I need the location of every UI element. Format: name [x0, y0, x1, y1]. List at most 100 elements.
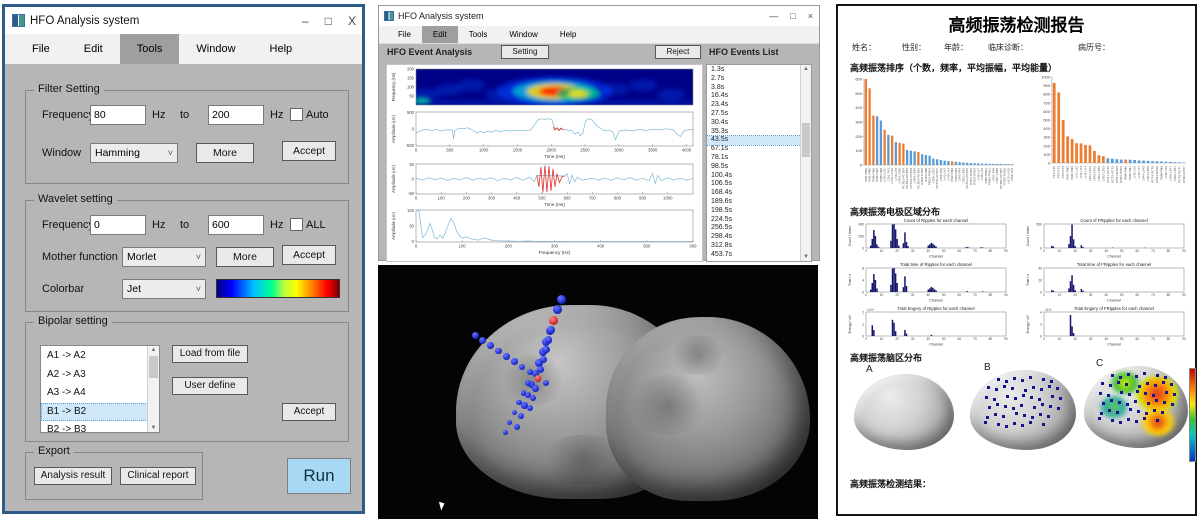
auto-checkbox[interactable] [290, 108, 303, 121]
wavelet-freq-from-input[interactable] [90, 215, 146, 235]
event-list-item[interactable]: 23.4s [707, 101, 801, 110]
electrode-dot-blue [537, 366, 544, 373]
bipolar-listbox[interactable]: A1 -> A2A2 -> A3A3 -> A4B1 -> B2B2 -> B3… [40, 345, 160, 433]
events-scrollbar[interactable]: ▲ ▼ [800, 65, 811, 261]
minimize-icon[interactable]: — [769, 11, 778, 21]
menu-item-tools[interactable]: Tools [120, 34, 180, 64]
bipolar-accept-button[interactable]: Accept [282, 403, 336, 421]
run-button[interactable]: Run [287, 458, 351, 494]
event-list-item[interactable]: 43.5s [707, 136, 801, 145]
bipolar-list-item[interactable]: A3 -> A4 [41, 384, 148, 403]
event-list-item[interactable]: 2.7s [707, 75, 801, 84]
electrode-grid-dot [997, 378, 1000, 381]
electrode-grid-dot [1108, 409, 1111, 412]
mother-function-select[interactable]: Morlet ˅ [122, 247, 206, 267]
filter-freq-from-input[interactable] [90, 105, 146, 125]
setting-button[interactable]: Setting [501, 45, 549, 59]
event-list-item[interactable]: 78.1s [707, 154, 801, 163]
scroll-up-icon[interactable]: ▲ [801, 66, 811, 72]
event-list-item[interactable]: 198.5s [707, 207, 801, 216]
jet-colorbar [1189, 368, 1196, 462]
filter-accept-button[interactable]: Accept [282, 141, 336, 161]
svg-text:Channel: Channel [929, 255, 943, 259]
scroll-thumb[interactable] [802, 123, 810, 157]
svg-text:-50: -50 [408, 191, 415, 196]
event-list-item[interactable]: 224.5s [707, 216, 801, 225]
scroll-down-icon[interactable]: ▼ [801, 254, 811, 260]
event-list-item[interactable]: 189.6s [707, 198, 801, 207]
close-icon[interactable]: × [808, 11, 813, 21]
maximize-icon[interactable]: □ [325, 14, 332, 28]
bipolar-list-item[interactable]: B2 -> B3 [41, 421, 148, 440]
window-select[interactable]: Hamming ˅ [90, 143, 178, 163]
event-list-item[interactable]: 67.1s [707, 145, 801, 154]
load-from-file-button[interactable]: Load from file [172, 345, 248, 363]
event-list-item[interactable]: 3.8s [707, 84, 801, 93]
bipolar-list-item[interactable]: A2 -> A3 [41, 366, 148, 385]
electrode-grid-dot [1011, 387, 1014, 390]
event-list-item[interactable]: 453.7s [707, 251, 801, 260]
menu-item-tools[interactable]: Tools [458, 26, 499, 43]
bipolar-scrollbar[interactable]: ▲ ▼ [147, 346, 159, 432]
menu-item-edit[interactable]: Edit [422, 26, 458, 43]
menu-item-file[interactable]: File [15, 34, 67, 64]
bipolar-list-item[interactable]: B1 -> B2 [41, 403, 148, 422]
filter-freq-to-input[interactable] [208, 105, 264, 125]
event-list-item[interactable]: 35.3s [707, 128, 801, 137]
hfo-events-listbox[interactable]: 1.3s2.7s3.8s16.4s23.4s27.5s30.4s35.3s43.… [706, 64, 812, 262]
group-legend: Bipolar setting [34, 315, 112, 327]
svg-text:1: 1 [862, 322, 864, 326]
titlebar[interactable]: HFO Analysis system – □ X [5, 7, 362, 34]
spectrum-plot: 0501000100200300400500600Frequency (Hz)A… [388, 208, 699, 258]
electrode-dot-blue [503, 353, 510, 360]
menu-item-window[interactable]: Window [498, 26, 548, 43]
electrode-grid-dot [1024, 389, 1027, 392]
bipolar-list-item[interactable]: A1 -> A2 [41, 347, 148, 366]
titlebar[interactable]: HFO Analysis system — □ × [379, 6, 819, 26]
svg-text:Energy / uV²: Energy / uV² [848, 314, 852, 334]
event-list-item[interactable]: 312.8s [707, 242, 801, 251]
wavelet-accept-button[interactable]: Accept [282, 245, 336, 265]
event-list-item[interactable]: 98.5s [707, 163, 801, 172]
event-list-item[interactable]: 106.5s [707, 180, 801, 189]
event-list-item[interactable]: 298.4s [707, 233, 801, 242]
brain-3d-viewport[interactable] [378, 265, 818, 519]
menu-item-help[interactable]: Help [549, 26, 587, 43]
report-title: 高频振荡检测报告 [838, 11, 1195, 36]
event-list-item[interactable]: 256.5s [707, 224, 801, 233]
plot-panel: 20015010050Frequency (Hz) -5000500050010… [386, 64, 703, 262]
event-list-item[interactable]: 1.3s [707, 66, 801, 75]
electrode-grid-dot [1005, 425, 1008, 428]
analysis-result-button[interactable]: Analysis result [34, 467, 112, 485]
wavelet-more-button[interactable]: More [216, 247, 274, 267]
maximize-icon[interactable]: □ [790, 11, 795, 21]
all-checkbox[interactable] [290, 218, 303, 231]
close-icon[interactable]: X [348, 14, 356, 28]
event-list-item[interactable]: 16.4s [707, 92, 801, 101]
menu-item-file[interactable]: File [387, 26, 422, 43]
menu-item-edit[interactable]: Edit [67, 34, 120, 64]
electrode-dot-blue [514, 424, 520, 430]
user-define-button[interactable]: User define [172, 377, 248, 395]
scroll-down-icon[interactable]: ▼ [148, 425, 159, 431]
reject-button[interactable]: Reject [655, 45, 701, 59]
scroll-thumb[interactable] [149, 356, 158, 378]
electrode-grid-dot [1120, 391, 1123, 394]
menu-item-window[interactable]: Window [179, 34, 252, 64]
clinical-report-button[interactable]: Clinical report [120, 467, 196, 485]
event-list-item[interactable]: 168.4s [707, 189, 801, 198]
event-list-item[interactable]: 27.5s [707, 110, 801, 119]
event-list-item[interactable]: 100.4s [707, 172, 801, 181]
colorbar-select[interactable]: Jet ˅ [122, 279, 206, 299]
event-list-item[interactable]: 30.4s [707, 119, 801, 128]
minimize-icon[interactable]: – [302, 14, 309, 28]
svg-text:4000: 4000 [682, 148, 692, 153]
wavelet-freq-to-input[interactable] [208, 215, 264, 235]
svg-text:0: 0 [865, 337, 867, 341]
electrode-dot-blue [472, 332, 479, 339]
svg-text:0: 0 [862, 290, 864, 294]
svg-text:PM6-PM7: PM6-PM7 [1128, 166, 1132, 180]
menu-item-help[interactable]: Help [253, 34, 310, 64]
scroll-up-icon[interactable]: ▲ [148, 347, 159, 353]
filter-more-button[interactable]: More [196, 143, 254, 163]
